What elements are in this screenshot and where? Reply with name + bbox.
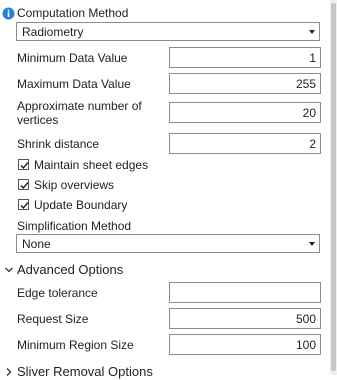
min-data-value-label: Minimum Data Value <box>17 51 128 65</box>
skip-overviews-checkbox[interactable] <box>18 179 29 190</box>
maintain-sheet-edges-label: Maintain sheet edges <box>34 158 149 172</box>
checkmark-icon <box>20 182 29 190</box>
min-region-size-input[interactable] <box>169 334 321 355</box>
approx-vertices-input[interactable] <box>169 102 321 123</box>
edge-tolerance-input[interactable] <box>169 282 321 303</box>
request-size-label: Request Size <box>17 312 89 326</box>
checkmark-icon <box>20 202 29 210</box>
sliver-removal-options-header[interactable]: Sliver Removal Options <box>17 364 153 379</box>
shrink-distance-input[interactable] <box>169 133 321 154</box>
update-boundary-checkbox[interactable] <box>18 199 29 210</box>
shrink-distance-label: Shrink distance <box>17 137 100 151</box>
advanced-options-header[interactable]: Advanced Options <box>17 262 123 277</box>
max-data-value-input[interactable] <box>169 73 321 94</box>
approx-vertices-label-line1: Approximate number of <box>17 99 142 113</box>
update-boundary-label: Update Boundary <box>34 198 128 212</box>
computation-method-value: Radiometry <box>22 25 84 39</box>
simplification-method-dropdown[interactable]: None <box>16 234 320 253</box>
computation-method-dropdown[interactable]: Radiometry <box>16 22 320 41</box>
chevron-down-icon[interactable] <box>4 264 14 274</box>
min-data-value-input[interactable] <box>169 47 321 68</box>
skip-overviews-label: Skip overviews <box>34 178 115 192</box>
computation-method-label: Computation Method <box>17 6 129 20</box>
chevron-down-icon <box>309 30 315 34</box>
approx-vertices-label-line2: vertices <box>17 113 59 127</box>
simplification-method-value: None <box>22 237 51 251</box>
request-size-input[interactable] <box>169 308 321 329</box>
edge-tolerance-label: Edge tolerance <box>17 286 98 300</box>
chevron-down-icon <box>309 242 315 246</box>
max-data-value-label: Maximum Data Value <box>17 77 131 91</box>
maintain-sheet-edges-checkbox[interactable] <box>18 159 29 170</box>
checkmark-icon <box>20 162 29 170</box>
info-icon[interactable] <box>2 7 15 20</box>
simplification-method-label: Simplification Method <box>17 219 132 233</box>
scrollbar-thumb[interactable] <box>331 3 336 371</box>
min-region-size-label: Minimum Region Size <box>17 338 134 352</box>
